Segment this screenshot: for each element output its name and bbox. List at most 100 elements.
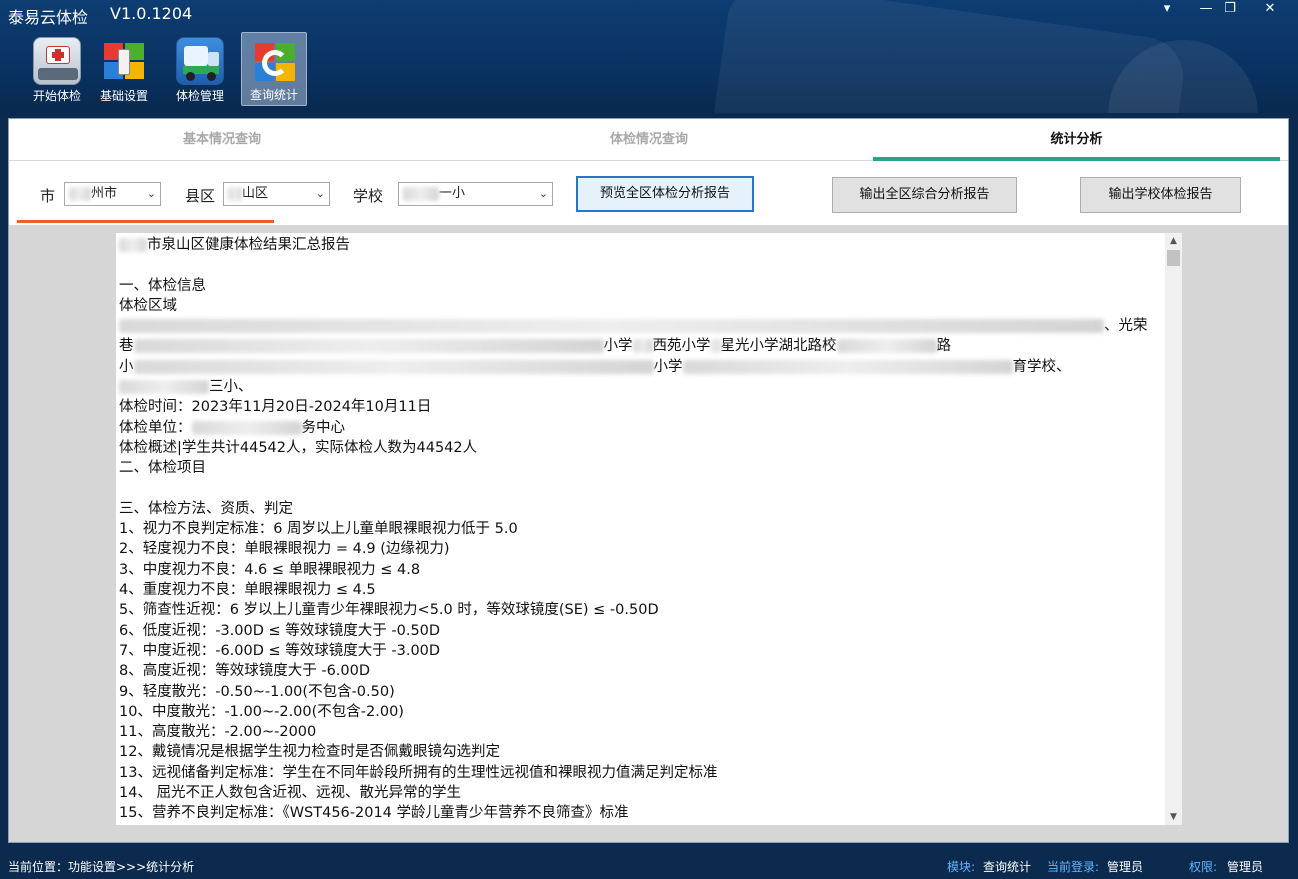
tab-label: 基本情况查询 xyxy=(182,132,261,147)
redacted-text xyxy=(228,186,242,201)
report-line: 10、中度散光：-1.00~-2.00(不包含-2.00) xyxy=(119,703,404,720)
report-line: 体检时间：2023年11月20日-2024年10月11日 xyxy=(119,399,432,416)
report-line: 9、轻度散光：-0.50~-1.00(不包含-0.50) xyxy=(119,683,395,700)
report-line: 8、高度近视：等效球镜度大于 -6.00D xyxy=(119,663,371,680)
tab-exam-query[interactable]: 体检情况查询 xyxy=(435,119,863,161)
report-viewer: 市泉山区健康体检结果汇总报告 一、体检信息 体检区域 、光荣 巷小学 西苑小学 星光… xyxy=(9,225,1288,842)
module-value: 查询统计 xyxy=(983,860,1032,874)
chevron-down-icon: ⌄ xyxy=(315,187,325,200)
medical-kit-icon xyxy=(33,37,81,85)
scroll-thumb[interactable] xyxy=(1167,250,1180,266)
scroll-up-icon[interactable]: ▲ xyxy=(1165,233,1182,249)
redacted-text xyxy=(632,339,653,354)
report-line: 小小学 育学校、 xyxy=(119,358,1071,375)
report-line: 三、体检方法、资质、判定 xyxy=(119,500,293,517)
report-line: 二、体检项目 xyxy=(119,460,206,477)
filter-bar: 市 州市 ⌄ 县区 山区 ⌄ 学校 一小 ⌄ 预览全区体检分析报告 输出全区综合… xyxy=(9,167,1288,223)
chevron-down-icon: ⌄ xyxy=(146,187,156,200)
district-label: 县区 xyxy=(185,187,216,205)
school-value: 一小 xyxy=(439,186,466,201)
role-value: 管理员 xyxy=(1227,860,1264,874)
tab-bar: 基本情况查询 体检情况查询 统计分析 xyxy=(9,119,1288,161)
redacted-text xyxy=(119,380,209,395)
redacted-text xyxy=(710,339,721,354)
report-line: 1、视力不良判定标准：6 周岁以上儿童单眼裸眼视力低于 5.0 xyxy=(119,521,518,538)
city-label: 市 xyxy=(40,187,56,205)
tab-label: 体检情况查询 xyxy=(609,132,688,147)
close-icon[interactable]: ✕ xyxy=(1253,0,1287,20)
redacted-text xyxy=(69,186,91,201)
report-line: 5、筛查性近视：6 岁以上儿童青少年裸眼视力<5.0 时，等效球镜度(SE) ≤… xyxy=(119,602,659,619)
redacted-text xyxy=(119,319,1104,334)
report-line: 市泉山区健康体检结果汇总报告 xyxy=(119,235,1159,255)
report-line: 13、远视储备判定标准：学生在不同年龄段所拥有的生理性远视值和裸眼视力值满足判定… xyxy=(119,764,718,781)
report-line xyxy=(119,255,1159,275)
report-text: 市泉山区健康体检结果汇总报告 一、体检信息 体检区域 、光荣 巷小学 西苑小学 星光… xyxy=(119,235,1159,824)
report-line: 11、高度散光：-2.00~-2000 xyxy=(119,724,317,741)
report-line: 体检区域 xyxy=(119,297,177,314)
report-line: 15、营养不良判定标准：《WST456-2014 学龄儿童青少年营养不良筛查》标… xyxy=(119,805,629,822)
login-label: 当前登录: xyxy=(1047,860,1100,874)
login-value: 管理员 xyxy=(1107,860,1144,874)
location-label: 当前位置： xyxy=(8,860,69,874)
report-line: 体检概述|学生共计44542人，实际体检人数为44542人 xyxy=(119,439,478,456)
refresh-windows-icon xyxy=(251,38,299,86)
tab-active-indicator xyxy=(873,157,1280,161)
report-line: 体检单位： 务中心 xyxy=(119,419,345,436)
redacted-text xyxy=(682,359,1013,374)
report-line: 三小、 xyxy=(119,377,1159,397)
city-value: 州市 xyxy=(91,186,118,201)
truck-icon xyxy=(176,37,224,85)
city-select[interactable]: 州市 ⌄ xyxy=(64,182,161,206)
report-line: 12、戴镜情况是根据学生视力检查时是否佩戴眼镜勾选判定 xyxy=(119,744,500,761)
school-select[interactable]: 一小 ⌄ xyxy=(398,182,553,206)
report-line: 7、中度近视：-6.00D ≤ 等效球镜度大于 -3.00D xyxy=(119,642,441,659)
report-line: 2、轻度视力不良：单眼裸眼视力 = 4.9 (边缘视力) xyxy=(119,541,450,558)
tab-label: 统计分析 xyxy=(1050,132,1103,147)
district-value: 山区 xyxy=(242,186,269,201)
preview-report-button[interactable]: 预览全区体检分析报告 xyxy=(576,176,754,212)
district-select[interactable]: 山区 ⌄ xyxy=(223,182,330,206)
export-school-report-button[interactable]: 输出学校体检报告 xyxy=(1080,177,1241,213)
report-line: 4、重度视力不良：单眼裸眼视力 ≤ 4.5 xyxy=(119,582,376,599)
module-label: 模块: xyxy=(947,860,976,874)
report-line: 3、中度视力不良：4.6 ≤ 单眼裸眼视力 ≤ 4.8 xyxy=(119,561,421,578)
location-value: 功能设置>>>统计分析 xyxy=(68,860,195,874)
toolbar-label: 体检管理 xyxy=(175,89,224,103)
scroll-down-icon[interactable]: ▼ xyxy=(1165,809,1182,825)
tab-statistics-analysis[interactable]: 统计分析 xyxy=(873,119,1280,161)
toolbar-label: 基础设置 xyxy=(99,89,148,103)
query-statistics-button[interactable]: 查询统计 xyxy=(241,32,307,106)
exam-management-button[interactable]: 体检管理 xyxy=(167,32,233,106)
report-line: 14、 屈光不正人数包含近视、远视、散光异常的学生 xyxy=(119,785,462,802)
start-exam-button[interactable]: 开始体检 xyxy=(24,32,90,106)
app-title: 泰易云体检 xyxy=(8,8,89,27)
redacted-text xyxy=(119,238,147,252)
export-district-report-button[interactable]: 输出全区综合分析报告 xyxy=(832,177,1017,213)
main-panel: 基本情况查询 体检情况查询 统计分析 市 州市 ⌄ 县区 山区 ⌄ 学校 一小 … xyxy=(8,118,1289,843)
school-label: 学校 xyxy=(353,187,384,205)
redacted-text xyxy=(191,420,302,435)
report-document[interactable]: 市泉山区健康体检结果汇总报告 一、体检信息 体检区域 、光荣 巷小学 西苑小学 星光… xyxy=(116,233,1182,825)
role-label: 权限: xyxy=(1189,860,1218,874)
progress-indicator xyxy=(17,220,274,223)
tab-basic-query[interactable]: 基本情况查询 xyxy=(9,119,435,161)
dropdown-menu-icon[interactable]: ▾ xyxy=(1150,0,1184,20)
redacted-text xyxy=(133,359,654,374)
redacted-text xyxy=(836,339,937,354)
vertical-scrollbar[interactable]: ▲ ▼ xyxy=(1165,233,1182,825)
redacted-text xyxy=(403,186,439,201)
maximize-icon[interactable]: ❐ xyxy=(1213,0,1247,20)
windows-usb-icon xyxy=(100,37,148,85)
basic-settings-button[interactable]: 基础设置 xyxy=(91,32,157,106)
report-line xyxy=(119,479,1159,499)
redacted-text xyxy=(133,339,604,354)
report-line: 一、体检信息 xyxy=(119,277,206,294)
report-line: 、光荣 xyxy=(119,316,1159,336)
chevron-down-icon: ⌄ xyxy=(538,187,548,200)
toolbar-label: 查询统计 xyxy=(249,88,298,102)
title-bar: 泰易云体检 V1.0.1204 ▾ — ❐ ✕ 开始体检 基础设置 体检管理 查… xyxy=(0,0,1298,113)
report-line: 6、低度近视：-3.00D ≤ 等效球镜度大于 -0.50D xyxy=(119,622,441,639)
report-line: 巷小学 西苑小学 星光小学湖北路校路 xyxy=(119,338,951,355)
app-version: V1.0.1204 xyxy=(110,4,193,23)
